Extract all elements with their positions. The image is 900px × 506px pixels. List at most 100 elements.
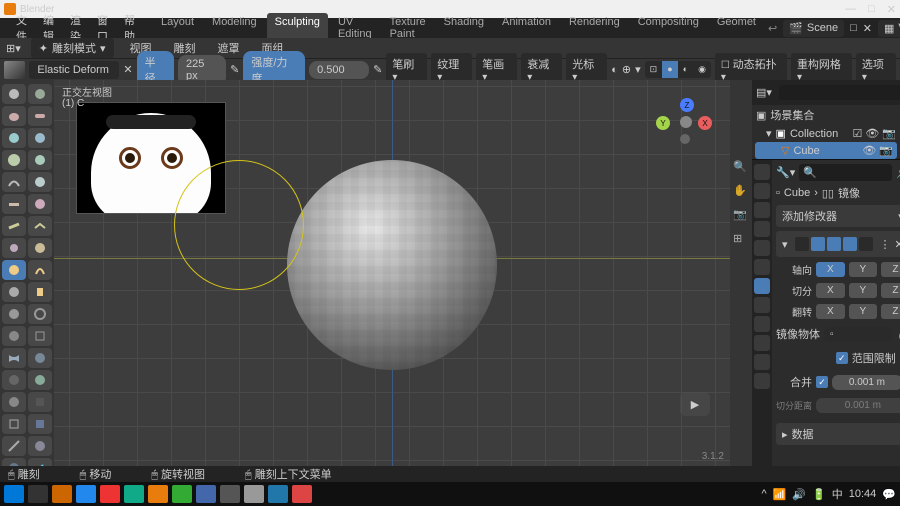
- perspective-icon[interactable]: ⊞: [733, 232, 749, 248]
- tool-slide[interactable]: [2, 326, 26, 346]
- tab-viewlayer[interactable]: [754, 202, 770, 218]
- tool-crease[interactable]: [2, 172, 26, 192]
- props-search[interactable]: 🔍: [799, 164, 892, 181]
- outliner-cube[interactable]: ▽ Cube 👁 📷: [755, 142, 897, 159]
- notification-icon[interactable]: 💬: [882, 488, 896, 501]
- brush-name-field[interactable]: Elastic Deform: [29, 61, 119, 79]
- tool-flatten[interactable]: [2, 194, 26, 214]
- clipping-checkbox[interactable]: ✓: [836, 352, 848, 364]
- tool-mask[interactable]: [2, 370, 26, 390]
- tray-up-icon[interactable]: ^: [761, 488, 766, 500]
- tool-pose[interactable]: [28, 282, 52, 302]
- taskbar-app-8[interactable]: [244, 485, 264, 503]
- merge-checkbox[interactable]: ✓: [816, 376, 828, 388]
- tool-box-face[interactable]: [28, 414, 52, 434]
- pin-icon[interactable]: 📌: [896, 166, 900, 179]
- zoom-icon[interactable]: 🔍: [733, 160, 749, 176]
- mirror-modifier-header[interactable]: ▾ ⋮ ✕: [776, 231, 900, 257]
- tool-layer[interactable]: [28, 128, 52, 148]
- tab-world[interactable]: [754, 240, 770, 256]
- eyedropper-icon[interactable]: 💧: [896, 328, 900, 341]
- 3d-viewport[interactable]: 正交左视图 (1) C Z Y X 3.1.2 ▶: [54, 80, 730, 466]
- shading-solid-icon[interactable]: ●: [662, 61, 677, 78]
- shading-matpreview-icon[interactable]: ◐: [678, 61, 693, 78]
- tool-edit-face[interactable]: [2, 458, 26, 466]
- tab-render[interactable]: [754, 164, 770, 180]
- tool-multires[interactable]: [2, 392, 26, 412]
- mod-edit-icon[interactable]: [795, 237, 809, 251]
- gizmo-x[interactable]: X: [698, 116, 712, 130]
- exclude-icon[interactable]: ☑: [852, 127, 862, 140]
- outliner-search[interactable]: [779, 85, 900, 100]
- clock-time[interactable]: 10:44: [849, 488, 877, 500]
- minimize-button[interactable]: —: [845, 3, 856, 16]
- outliner-collection[interactable]: ▾ ▣ Collection ☑ 👁 📷: [752, 125, 900, 142]
- tab-scene-props[interactable]: [754, 221, 770, 237]
- taskbar-app-3[interactable]: [100, 485, 120, 503]
- tool-rotate[interactable]: [28, 304, 52, 324]
- viewlayer-selector[interactable]: ▦ ViewLayer: [878, 20, 900, 37]
- eye-icon[interactable]: 👁: [865, 127, 879, 140]
- tool-box-mask[interactable]: [28, 392, 52, 412]
- gizmo-neg[interactable]: [680, 134, 690, 144]
- sculpt-mesh[interactable]: [287, 160, 497, 370]
- shading-modes[interactable]: ⊡ ● ◐ ◉: [645, 61, 711, 78]
- modifier-menu-icon[interactable]: ⋮: [880, 238, 891, 251]
- taskbar-blender[interactable]: [148, 485, 168, 503]
- mod-realtime-icon[interactable]: [811, 237, 825, 251]
- tab-particles[interactable]: [754, 297, 770, 313]
- tab-modifiers[interactable]: [754, 278, 770, 294]
- outliner-editor-icon[interactable]: ▤▾: [756, 86, 772, 99]
- strength-pressure-icon[interactable]: ✎: [373, 63, 382, 76]
- gizmo-z[interactable]: Z: [680, 98, 694, 112]
- tool-annotate[interactable]: [28, 458, 52, 466]
- shading-rendered-icon[interactable]: ◉: [693, 61, 711, 78]
- tool-draw-face[interactable]: [28, 370, 52, 390]
- brush-thumbnail[interactable]: [4, 61, 25, 79]
- bisect-x[interactable]: X: [816, 283, 845, 298]
- gizmo-center[interactable]: [680, 116, 692, 128]
- tool-pinch[interactable]: [2, 238, 26, 258]
- tool-clay[interactable]: [2, 106, 26, 126]
- mod-cage-icon[interactable]: [843, 237, 857, 251]
- axis-y[interactable]: Y: [849, 262, 878, 277]
- flip-z[interactable]: Z: [881, 304, 900, 319]
- tool-clay-strips[interactable]: [28, 106, 52, 126]
- gizmo-toggle-icon[interactable]: ⊕: [622, 63, 631, 76]
- shading-wire-icon[interactable]: ⊡: [645, 61, 663, 78]
- tool-draw-sharp[interactable]: [28, 84, 52, 104]
- merge-distance[interactable]: 0.001 m: [832, 375, 900, 390]
- mod-render-icon[interactable]: [827, 237, 841, 251]
- maximize-button[interactable]: □: [868, 3, 875, 16]
- add-modifier-dropdown[interactable]: 添加修改器 ▾: [776, 205, 900, 227]
- flip-y[interactable]: Y: [849, 304, 878, 319]
- tool-scrape[interactable]: [2, 216, 26, 236]
- camera-icon[interactable]: 📷: [733, 208, 749, 224]
- tool-line[interactable]: [2, 436, 26, 456]
- tab-material[interactable]: [754, 373, 770, 389]
- brush-link-icon[interactable]: ✕: [123, 63, 132, 76]
- tool-grab[interactable]: [28, 238, 52, 258]
- taskbar-app-10[interactable]: [292, 485, 312, 503]
- flip-x[interactable]: X: [816, 304, 845, 319]
- props-editor-icon[interactable]: 🔧▾: [776, 166, 795, 179]
- taskbar-app-6[interactable]: [196, 485, 216, 503]
- taskbar-app-7[interactable]: [220, 485, 240, 503]
- tool-clay-thumb[interactable]: [2, 128, 26, 148]
- breadcrumb-mod[interactable]: 镜像: [838, 185, 860, 201]
- scene-selector[interactable]: 🎬 Scene: [783, 20, 844, 37]
- chevron-down-icon[interactable]: ▾: [766, 127, 772, 140]
- tool-inflate[interactable]: [2, 150, 26, 170]
- tray-volume-icon[interactable]: 🔊: [792, 488, 806, 501]
- mod-sculpt-icon[interactable]: [859, 237, 873, 251]
- taskbar-app-5[interactable]: [172, 485, 192, 503]
- system-tray[interactable]: ^ 📶 🔊 🔋 中 10:44 💬: [761, 486, 896, 502]
- reference-image[interactable]: [76, 102, 226, 214]
- new-scene-icon[interactable]: □: [850, 22, 857, 34]
- tool-snake-hook[interactable]: [28, 260, 52, 280]
- mirror-object-field[interactable]: ▫: [824, 327, 892, 342]
- outliner-scene-collection[interactable]: ▣ 场景集合: [752, 105, 900, 125]
- close-button[interactable]: ✕: [887, 3, 896, 16]
- radius-pressure-icon[interactable]: ✎: [230, 63, 239, 76]
- breadcrumb-obj[interactable]: Cube: [784, 187, 810, 199]
